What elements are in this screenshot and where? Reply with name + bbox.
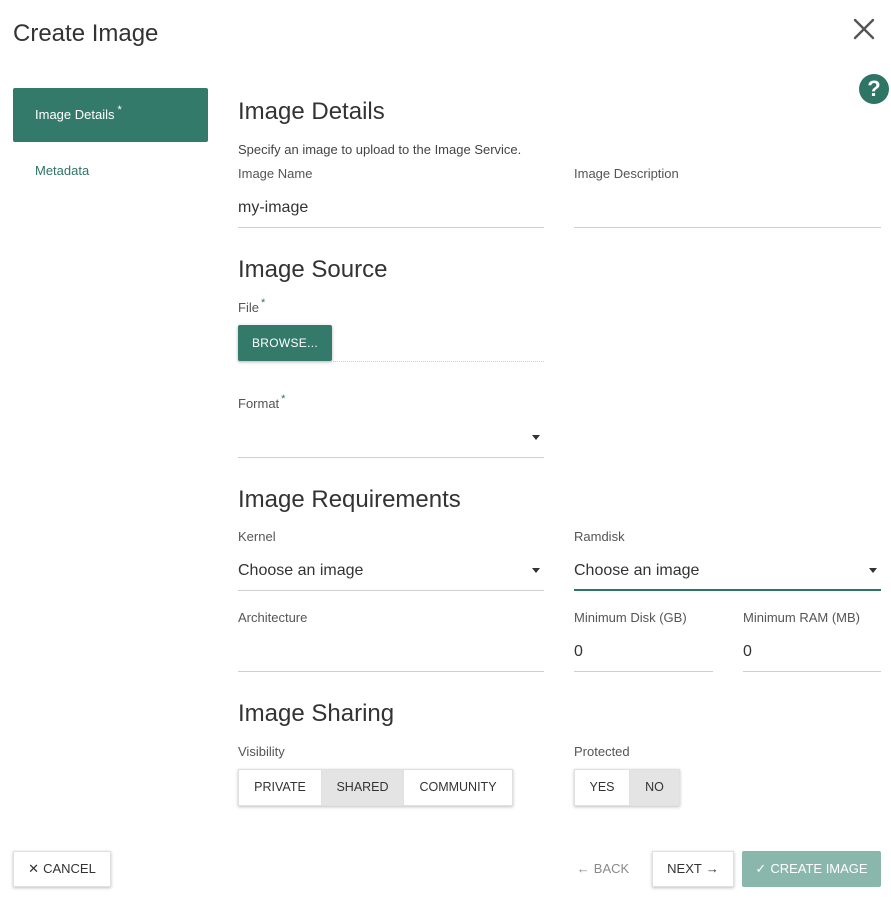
ramdisk-label: Ramdisk <box>574 529 625 544</box>
image-name-field[interactable]: my-image <box>238 188 544 228</box>
visibility-label: Visibility <box>238 744 285 759</box>
visibility-private-button[interactable]: PRIVATE <box>239 770 322 805</box>
next-button[interactable]: NEXT → <box>652 851 734 887</box>
ramdisk-select[interactable]: Choose an image <box>574 551 881 591</box>
visibility-community-button[interactable]: COMMUNITY <box>404 770 512 805</box>
sidebar-item-label: Image Details <box>35 107 115 122</box>
protected-label: Protected <box>574 744 630 759</box>
ramdisk-value: Choose an image <box>574 562 700 579</box>
section-title-image-sharing: Image Sharing <box>238 700 395 727</box>
cancel-button[interactable]: ✕ CANCEL <box>13 851 111 887</box>
help-icon[interactable]: ? <box>859 74 889 104</box>
required-marker: * <box>117 104 122 116</box>
protected-yes-button[interactable]: YES <box>575 770 630 805</box>
help-text: Specify an image to upload to the Image … <box>238 142 522 157</box>
format-label: Format * <box>238 393 286 411</box>
min-disk-value: 0 <box>574 643 583 660</box>
file-label: File * <box>238 297 266 315</box>
min-disk-label: Minimum Disk (GB) <box>574 610 687 625</box>
image-name-label: Image Name <box>238 166 313 181</box>
create-image-button[interactable]: ✓ CREATE IMAGE <box>742 851 881 887</box>
chevron-down-icon <box>532 435 540 440</box>
format-select[interactable] <box>238 418 544 458</box>
min-ram-label: Minimum RAM (MB) <box>743 610 860 625</box>
arrow-left-icon: ← <box>576 861 590 876</box>
section-title-image-details: Image Details <box>238 98 385 125</box>
kernel-value: Choose an image <box>238 562 364 579</box>
sidebar-item-metadata[interactable]: Metadata <box>35 163 89 178</box>
kernel-label: Kernel <box>238 529 276 544</box>
image-name-value: my-image <box>238 199 309 216</box>
protected-toggle-group: YES NO <box>574 769 680 806</box>
visibility-toggle-group: PRIVATE SHARED COMMUNITY <box>238 769 513 806</box>
file-label-text: File <box>238 300 259 315</box>
min-ram-value: 0 <box>743 643 752 660</box>
back-label: BACK <box>593 861 630 876</box>
required-marker: * <box>260 297 266 309</box>
chevron-down-icon <box>869 568 877 573</box>
format-label-text: Format <box>238 396 280 411</box>
visibility-shared-button[interactable]: SHARED <box>322 770 404 805</box>
section-title-image-requirements: Image Requirements <box>238 486 461 513</box>
arrow-right-icon: → <box>705 861 719 876</box>
file-underline <box>238 361 544 362</box>
sidebar-item-image-details[interactable]: Image Details * <box>13 88 208 142</box>
architecture-field[interactable] <box>238 632 544 672</box>
image-description-label: Image Description <box>574 166 679 181</box>
chevron-down-icon <box>532 568 540 573</box>
kernel-select[interactable]: Choose an image <box>238 551 544 591</box>
protected-no-button[interactable]: NO <box>630 770 679 805</box>
min-ram-field[interactable]: 0 <box>743 632 881 672</box>
cancel-label: CANCEL <box>43 861 96 876</box>
required-marker: * <box>281 393 286 405</box>
min-disk-field[interactable]: 0 <box>574 632 713 672</box>
close-icon[interactable] <box>849 14 879 44</box>
create-image-label: CREATE IMAGE <box>770 861 868 876</box>
back-button[interactable]: ← BACK <box>568 851 638 887</box>
modal-title: Create Image <box>13 20 159 47</box>
architecture-label: Architecture <box>238 610 308 625</box>
section-title-image-source: Image Source <box>238 256 388 283</box>
close-icon: ✕ <box>28 861 40 876</box>
browse-button[interactable]: BROWSE... <box>238 325 332 361</box>
next-label: NEXT <box>667 861 702 876</box>
image-description-field[interactable] <box>574 188 881 228</box>
check-icon: ✓ <box>755 861 767 876</box>
